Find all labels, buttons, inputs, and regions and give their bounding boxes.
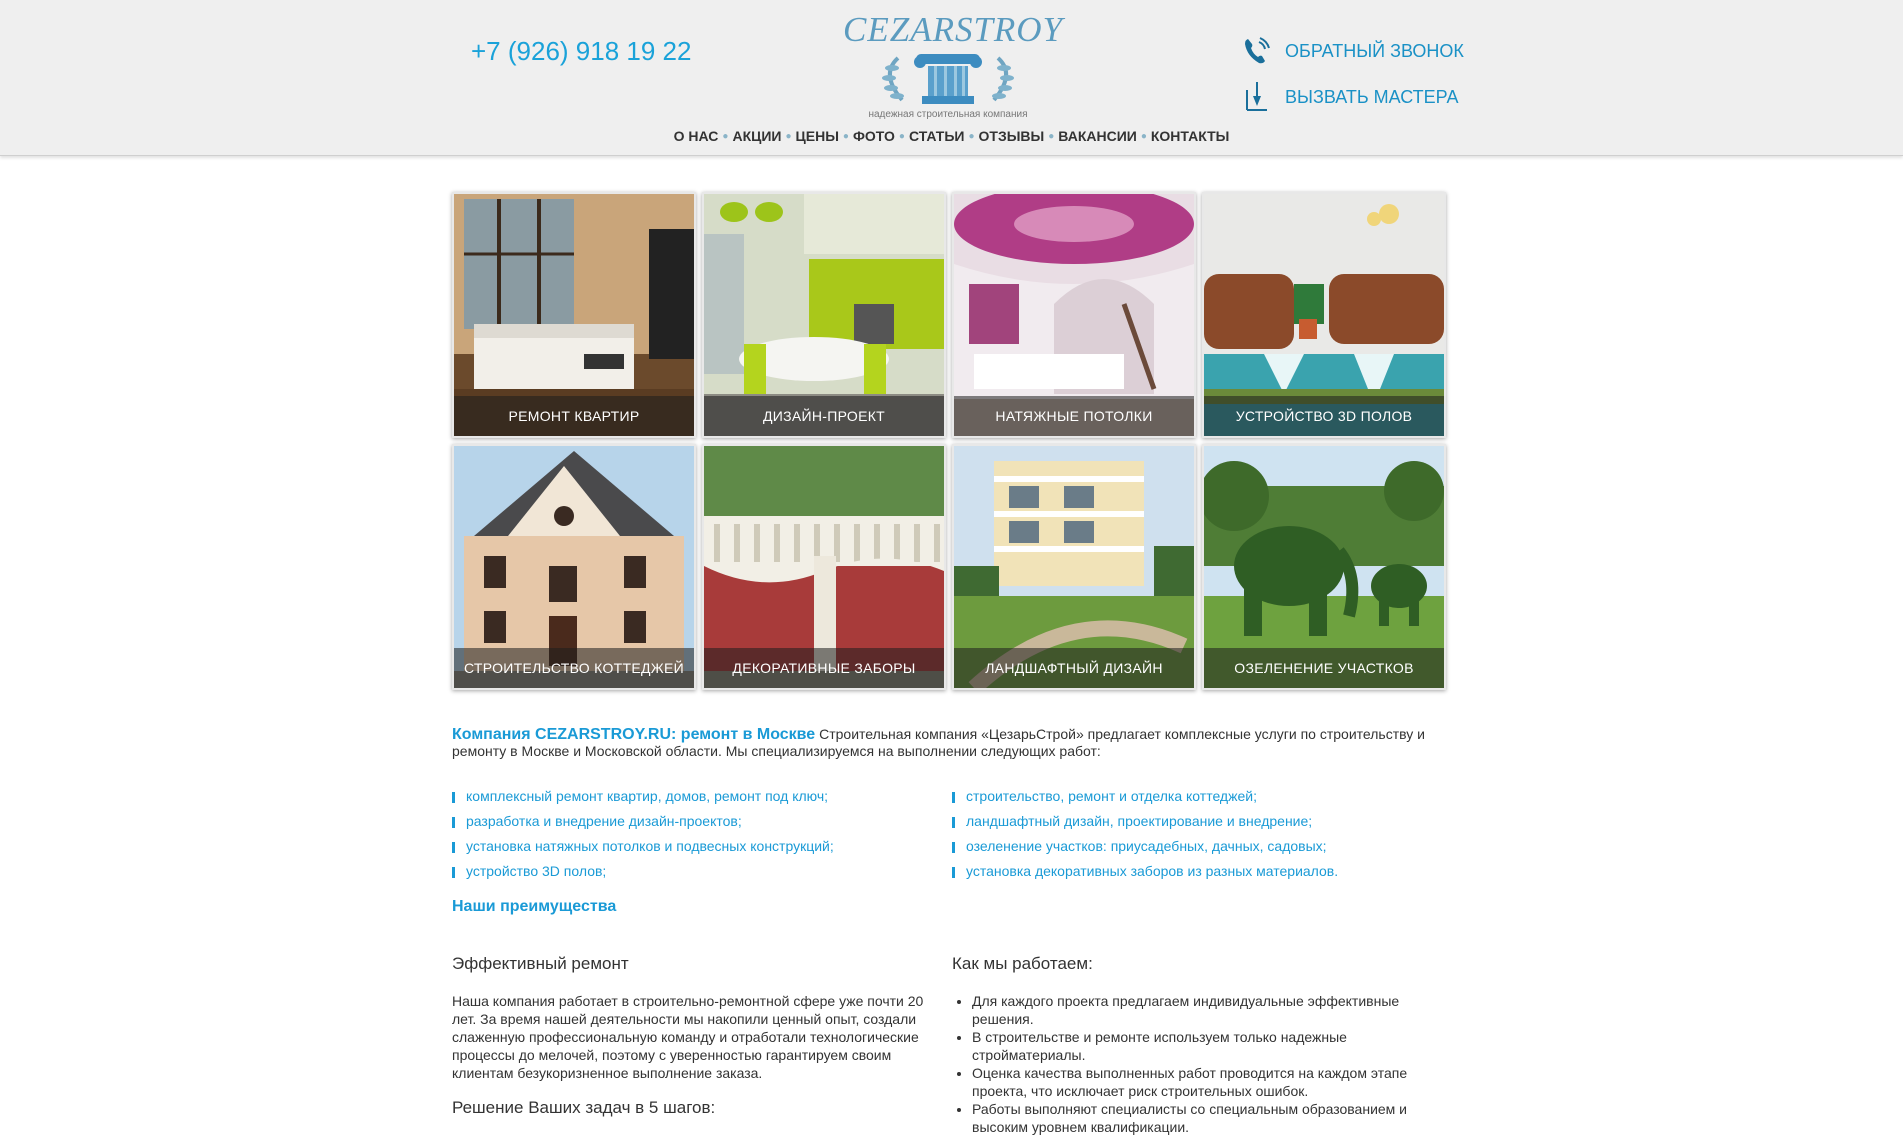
phone-handset-icon — [1245, 37, 1270, 64]
tile-caption: УСТРОЙСТВО 3D ПОЛОВ — [1204, 396, 1444, 436]
nav-item-promotions[interactable]: АКЦИИ — [732, 128, 781, 144]
tile-cottage-construction[interactable]: СТРОИТЕЛЬСТВО КОТТЕДЖЕЙ — [452, 444, 696, 690]
main-nav: О НАС ● АКЦИИ ● ЦЕНЫ ● ФОТО ● СТАТЬИ ● ОТЗЫВЫ ● ВАКА… — [0, 128, 1903, 144]
pen-tool-icon — [1246, 82, 1267, 111]
site-header: +7 (926) 918 19 22 CEZARSTROY надежная с… — [0, 0, 1903, 156]
tile-landscape-design[interactable]: ЛАНДШАФТНЫЙ ДИЗАЙН — [952, 444, 1196, 690]
tile-apartment-repair[interactable]: РЕМОНТ КВАРТИР — [452, 192, 696, 438]
main-content: Компания CEZARSTROY.RU: ремонт в Москве … — [452, 726, 1454, 1135]
callback-label: ОБРАТНЫЙ ЗВОНОК — [1285, 40, 1464, 61]
nav-item-reviews[interactable]: ОТЗЫВЫ — [979, 128, 1045, 144]
nav-separator: ● — [722, 131, 729, 142]
nav-separator: ● — [785, 131, 792, 142]
list-item: Для каждого проекта предлагаем индивидуа… — [972, 992, 1462, 1028]
tile-caption: ДЕКОРАТИВНЫЕ ЗАБОРЫ — [704, 648, 944, 688]
list-item: ландшафтный дизайн, проектирование и вне… — [952, 809, 1338, 834]
column-laurel-emblem-icon — [882, 54, 1014, 104]
list-item: Работы выполняют специалисты со специаль… — [972, 1100, 1462, 1136]
nav-item-vacancies[interactable]: ВАКАНСИИ — [1058, 128, 1137, 144]
logo-tagline: надежная строительная компания — [868, 109, 1028, 120]
intro-lead: Компания CEZARSTROY.RU: ремонт в Москве — [452, 726, 816, 743]
tile-decorative-fences[interactable]: ДЕКОРАТИВНЫЕ ЗАБОРЫ — [702, 444, 946, 690]
nav-separator: ● — [1140, 131, 1147, 142]
site-logo[interactable]: CEZARSTROY надежная строительная компани… — [843, 10, 1064, 120]
call-master-label: ВЫЗВАТЬ МАСТЕРА — [1285, 86, 1459, 107]
list-item: разработка и внедрение дизайн-проектов; — [452, 809, 834, 834]
nav-item-articles[interactable]: СТАТЬИ — [909, 128, 965, 144]
nav-separator: ● — [1048, 131, 1055, 142]
services-list-left: комплексный ремонт квартир, домов, ремон… — [452, 784, 834, 884]
list-item: В строительстве и ремонте используем тол… — [972, 1028, 1462, 1064]
nav-item-photo[interactable]: ФОТО — [853, 128, 895, 144]
list-item: установка натяжных потолков и подвесных … — [452, 834, 834, 859]
effective-repair-heading: Эффективный ремонт — [452, 954, 629, 973]
phone-number[interactable]: +7 (926) 918 19 22 — [471, 36, 691, 67]
tile-caption: ОЗЕЛЕНЕНИЕ УЧАСТКОВ — [1204, 648, 1444, 688]
list-item: Оценка качества выполненных работ провод… — [972, 1064, 1462, 1100]
tile-design-project[interactable]: ДИЗАЙН-ПРОЕКТ — [702, 192, 946, 438]
nav-item-about[interactable]: О НАС — [674, 128, 719, 144]
tile-caption: ЛАНДШАФТНЫЙ ДИЗАЙН — [954, 648, 1194, 688]
list-item: установка декоративных заборов из разных… — [952, 859, 1338, 884]
intro-paragraph: Компания CEZARSTROY.RU: ремонт в Москве … — [452, 726, 1454, 760]
steps-heading: Решение Ваших задач в 5 шагов: — [452, 1098, 716, 1117]
callback-link[interactable]: ОБРАТНЫЙ ЗВОНОК — [1243, 36, 1464, 66]
tile-caption: ДИЗАЙН-ПРОЕКТ — [704, 396, 944, 436]
list-item: устройство 3D полов; — [452, 859, 834, 884]
effective-repair-text: Наша компания работает в строительно-рем… — [452, 993, 924, 1081]
services-list-right: строительство, ремонт и отделка коттедже… — [952, 784, 1338, 884]
list-item: озеленение участков: приусадебных, дачны… — [952, 834, 1338, 859]
list-item: комплексный ремонт квартир, домов, ремон… — [452, 784, 834, 809]
tile-3d-floors[interactable]: УСТРОЙСТВО 3D ПОЛОВ — [1202, 192, 1446, 438]
how-we-work-heading: Как мы работаем: — [952, 954, 1093, 973]
tile-caption: НАТЯЖНЫЕ ПОТОЛКИ — [954, 396, 1194, 436]
nav-separator: ● — [968, 131, 975, 142]
tile-stretch-ceilings[interactable]: НАТЯЖНЫЕ ПОТОЛКИ — [952, 192, 1196, 438]
nav-item-prices[interactable]: ЦЕНЫ — [796, 128, 839, 144]
how-we-work-list: Для каждого проекта предлагаем индивидуа… — [952, 992, 1462, 1136]
advantages-heading: Наши преимущества — [452, 898, 617, 915]
nav-separator: ● — [898, 131, 905, 142]
call-master-link[interactable]: ВЫЗВАТЬ МАСТЕРА — [1243, 80, 1458, 114]
tile-caption: СТРОИТЕЛЬСТВО КОТТЕДЖЕЙ — [454, 648, 694, 688]
nav-item-contacts[interactable]: КОНТАКТЫ — [1151, 128, 1229, 144]
tile-site-greening[interactable]: ОЗЕЛЕНЕНИЕ УЧАСТКОВ — [1202, 444, 1446, 690]
nav-separator: ● — [842, 131, 849, 142]
logo-text: CEZARSTROY — [843, 10, 1064, 49]
list-item: строительство, ремонт и отделка коттедже… — [952, 784, 1338, 809]
tile-caption: РЕМОНТ КВАРТИР — [454, 396, 694, 436]
